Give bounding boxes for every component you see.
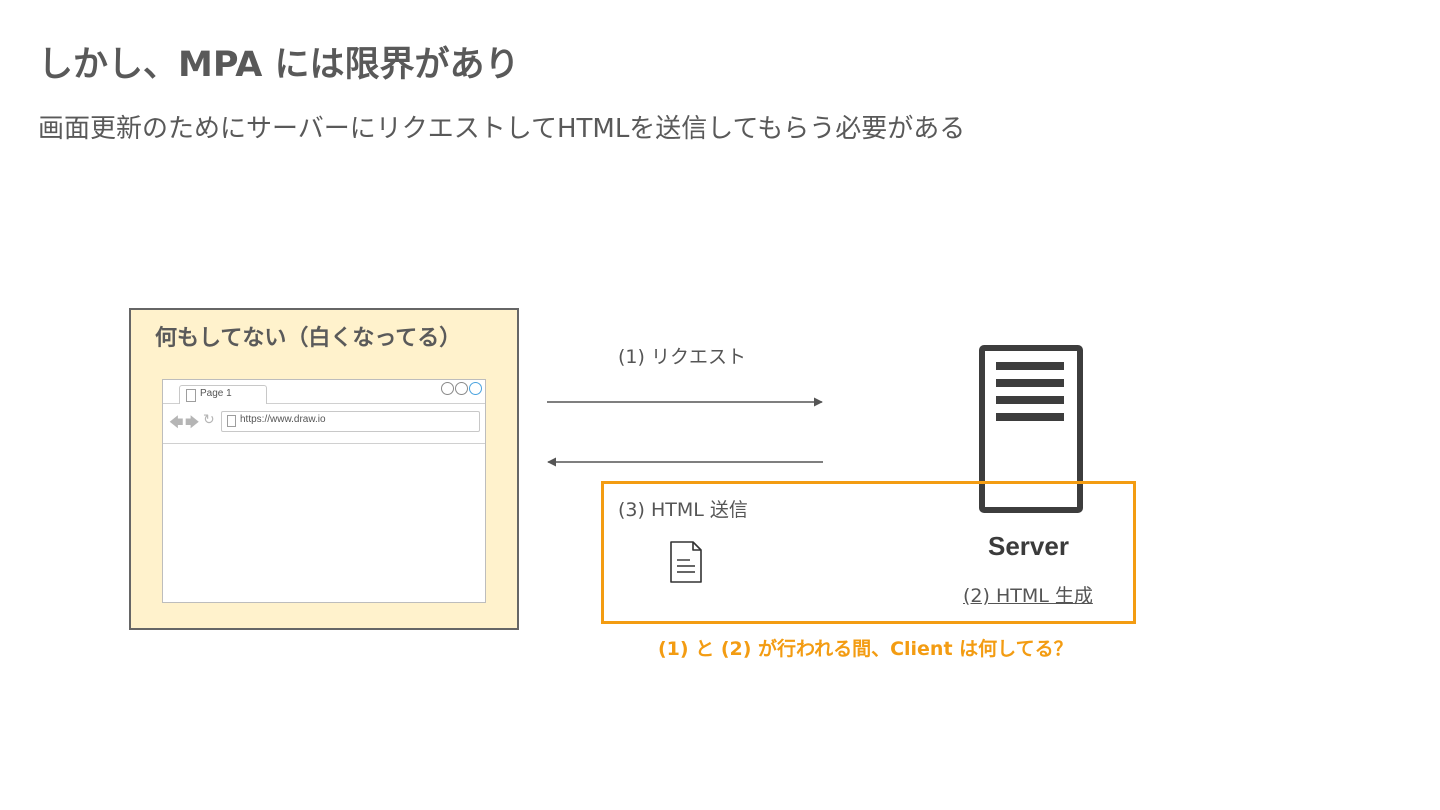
html-generate-label: (2) HTML 生成 bbox=[963, 585, 1093, 607]
diagram-canvas bbox=[547, 345, 1083, 583]
server-label: Server bbox=[988, 531, 1069, 561]
question-caption: (1) と (2) が行われる間、Client は何してる？ bbox=[658, 638, 1073, 660]
